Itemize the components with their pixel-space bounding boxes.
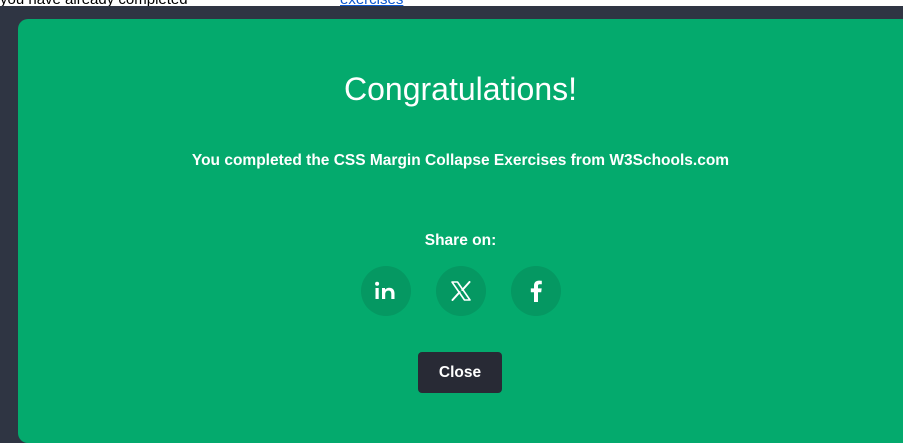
- share-label: Share on:: [424, 232, 497, 249]
- share-buttons: [18, 266, 903, 316]
- congratulations-modal: Congratulations! You completed the CSS M…: [18, 19, 903, 443]
- modal-title: Congratulations!: [343, 71, 578, 107]
- completion-message: You completed the CSS Margin Collapse Ex…: [191, 152, 730, 169]
- x-icon: [450, 281, 471, 301]
- close-button[interactable]: Close: [418, 352, 502, 393]
- share-x-button[interactable]: [435, 266, 486, 316]
- share-linkedin-button[interactable]: [360, 266, 411, 316]
- linkedin-icon: [374, 281, 394, 299]
- modal-overlay[interactable]: Congratulations! You completed the CSS M…: [0, 6, 903, 443]
- facebook-icon: [530, 280, 542, 302]
- share-facebook-button[interactable]: [510, 266, 561, 316]
